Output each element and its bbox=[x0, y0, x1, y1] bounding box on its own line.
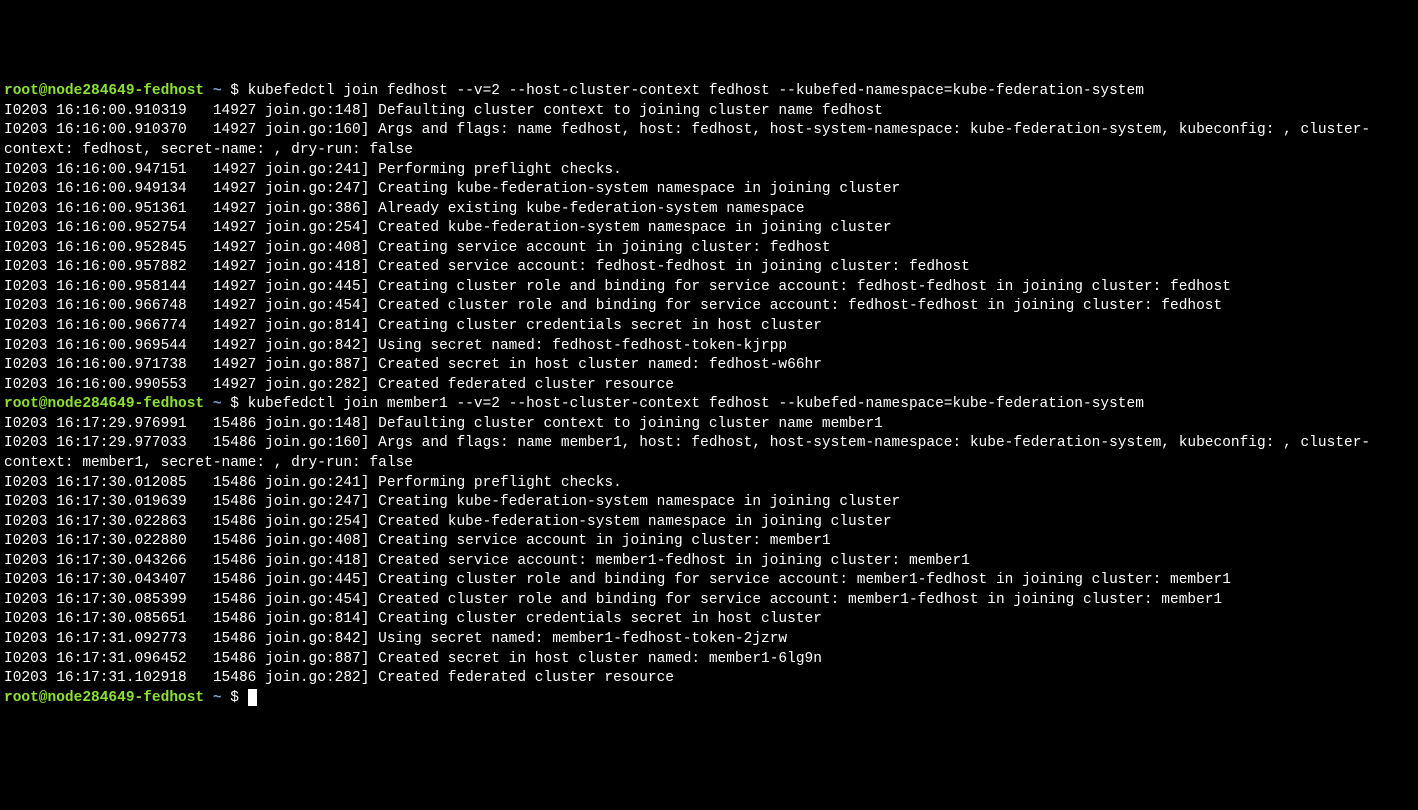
prompt-user: root@node284649-fedhost bbox=[4, 396, 204, 412]
prompt-user: root@node284649-fedhost bbox=[4, 83, 204, 99]
output-line: I0203 16:16:00.949134 14927 join.go:247]… bbox=[4, 180, 1414, 200]
output-line: I0203 16:16:00.957882 14927 join.go:418]… bbox=[4, 258, 1414, 278]
prompt-dollar: $ bbox=[230, 83, 239, 99]
terminal-window[interactable]: root@node284649-fedhost ~ $ kubefedctl j… bbox=[4, 82, 1414, 708]
output-line: I0203 16:16:00.966748 14927 join.go:454]… bbox=[4, 297, 1414, 317]
output-line: I0203 16:16:00.910319 14927 join.go:148]… bbox=[4, 102, 1414, 122]
command-text: kubefedctl join member1 --v=2 --host-clu… bbox=[248, 396, 1144, 412]
output-line: I0203 16:17:31.092773 15486 join.go:842]… bbox=[4, 630, 1414, 650]
prompt-path: ~ bbox=[213, 396, 222, 412]
prompt-line[interactable]: root@node284649-fedhost ~ $ kubefedctl j… bbox=[4, 395, 1414, 415]
output-line: I0203 16:16:00.951361 14927 join.go:386]… bbox=[4, 200, 1414, 220]
output-line: I0203 16:17:30.019639 15486 join.go:247]… bbox=[4, 493, 1414, 513]
prompt-dollar: $ bbox=[230, 396, 239, 412]
output-line: I0203 16:17:31.096452 15486 join.go:887]… bbox=[4, 650, 1414, 670]
prompt-path: ~ bbox=[213, 83, 222, 99]
prompt-line[interactable]: root@node284649-fedhost ~ $ kubefedctl j… bbox=[4, 82, 1414, 102]
prompt-dollar: $ bbox=[230, 690, 239, 706]
prompt-path: ~ bbox=[213, 690, 222, 706]
output-line: I0203 16:17:30.043407 15486 join.go:445]… bbox=[4, 571, 1414, 591]
command-text: kubefedctl join fedhost --v=2 --host-clu… bbox=[248, 83, 1144, 99]
output-line: I0203 16:17:31.102918 15486 join.go:282]… bbox=[4, 669, 1414, 689]
output-line: I0203 16:16:00.910370 14927 join.go:160]… bbox=[4, 121, 1414, 160]
output-line: I0203 16:16:00.969544 14927 join.go:842]… bbox=[4, 337, 1414, 357]
output-line: I0203 16:17:30.043266 15486 join.go:418]… bbox=[4, 552, 1414, 572]
cursor[interactable] bbox=[248, 689, 257, 706]
output-line: I0203 16:17:29.977033 15486 join.go:160]… bbox=[4, 434, 1414, 473]
output-line: I0203 16:17:30.012085 15486 join.go:241]… bbox=[4, 474, 1414, 494]
output-line: I0203 16:16:00.952754 14927 join.go:254]… bbox=[4, 219, 1414, 239]
output-line: I0203 16:16:00.966774 14927 join.go:814]… bbox=[4, 317, 1414, 337]
output-line: I0203 16:17:30.022863 15486 join.go:254]… bbox=[4, 513, 1414, 533]
output-line: I0203 16:17:29.976991 15486 join.go:148]… bbox=[4, 415, 1414, 435]
output-line: I0203 16:16:00.947151 14927 join.go:241]… bbox=[4, 161, 1414, 181]
output-line: I0203 16:17:30.022880 15486 join.go:408]… bbox=[4, 532, 1414, 552]
output-line: I0203 16:17:30.085651 15486 join.go:814]… bbox=[4, 610, 1414, 630]
output-line: I0203 16:16:00.952845 14927 join.go:408]… bbox=[4, 239, 1414, 259]
prompt-line[interactable]: root@node284649-fedhost ~ $ bbox=[4, 689, 1414, 709]
output-line: I0203 16:17:30.085399 15486 join.go:454]… bbox=[4, 591, 1414, 611]
output-line: I0203 16:16:00.971738 14927 join.go:887]… bbox=[4, 356, 1414, 376]
prompt-user: root@node284649-fedhost bbox=[4, 690, 204, 706]
output-line: I0203 16:16:00.990553 14927 join.go:282]… bbox=[4, 376, 1414, 396]
output-line: I0203 16:16:00.958144 14927 join.go:445]… bbox=[4, 278, 1414, 298]
